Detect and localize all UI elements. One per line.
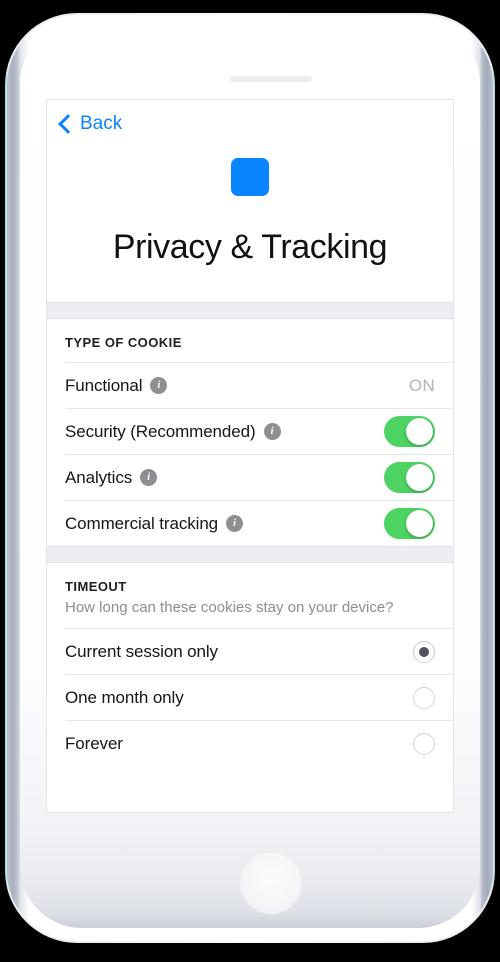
timeout-section-title: TIMEOUT [65,579,127,595]
cookies-section-header: TYPE OF COOKIE [47,319,453,363]
row-label: Security (Recommended) [65,421,256,441]
toggle-knob [406,510,433,538]
row-label: Current session only [65,641,218,661]
row-label: Functional [65,375,143,395]
status-value: ON [408,375,435,395]
radio-dot [419,739,429,749]
app-screen: Back Privacy & Tracking TYPE OF COOKIE F… [46,99,454,813]
row-label: Forever [65,733,123,753]
radio-one-month-only[interactable] [413,686,435,709]
info-icon[interactable]: i [263,423,281,441]
toggle-knob [406,418,433,446]
info-icon[interactable]: i [140,469,158,487]
row-label: Commercial tracking [65,513,219,533]
cookies-section-title: TYPE OF COOKIE [65,335,182,351]
list-item[interactable]: Commercial tracking i [65,500,453,546]
info-icon[interactable]: i [226,515,244,533]
list-item[interactable]: Security (Recommended) i [65,408,453,454]
back-button[interactable]: Back [58,112,123,134]
page-header: Privacy & Tracking [47,146,453,303]
section-divider-band [47,302,453,320]
toggle-knob [406,464,433,492]
row-label: Analytics [65,467,133,487]
speaker-grille-icon [230,76,312,82]
section-divider-band [47,546,453,564]
list-item[interactable]: Analytics i [65,454,453,500]
radio-dot [419,646,429,657]
list-item[interactable]: Forever [65,720,453,766]
list-item[interactable]: Current session only [65,628,453,674]
list-item[interactable]: One month only [65,674,453,720]
back-button-label: Back [80,112,123,134]
info-icon[interactable]: i [150,377,168,395]
page-title: Privacy & Tracking [112,228,388,266]
app-icon [231,158,269,196]
list-item[interactable]: Functional i ON [65,362,453,408]
toggle-security[interactable] [384,416,435,448]
toggle-analytics[interactable] [384,462,435,494]
home-button[interactable] [240,852,302,914]
toggle-commercial-tracking[interactable] [384,508,435,540]
navigation-bar: Back [47,100,453,146]
radio-dot [419,693,429,703]
timeout-option-list: Current session only One month only Fore… [47,628,453,767]
timeout-section-header: TIMEOUT How long can these cookies stay … [47,563,453,629]
radio-current-session-only[interactable] [413,640,435,663]
radio-forever[interactable] [413,732,435,755]
row-label: One month only [65,687,184,707]
timeout-section-subtitle: How long can these cookies stay on your … [65,599,394,617]
chevron-left-icon [58,113,78,134]
screenshot-stage: Back Privacy & Tracking TYPE OF COOKIE F… [0,0,500,962]
cookies-row-list: Functional i ON Security (Recommended) i… [47,362,453,547]
